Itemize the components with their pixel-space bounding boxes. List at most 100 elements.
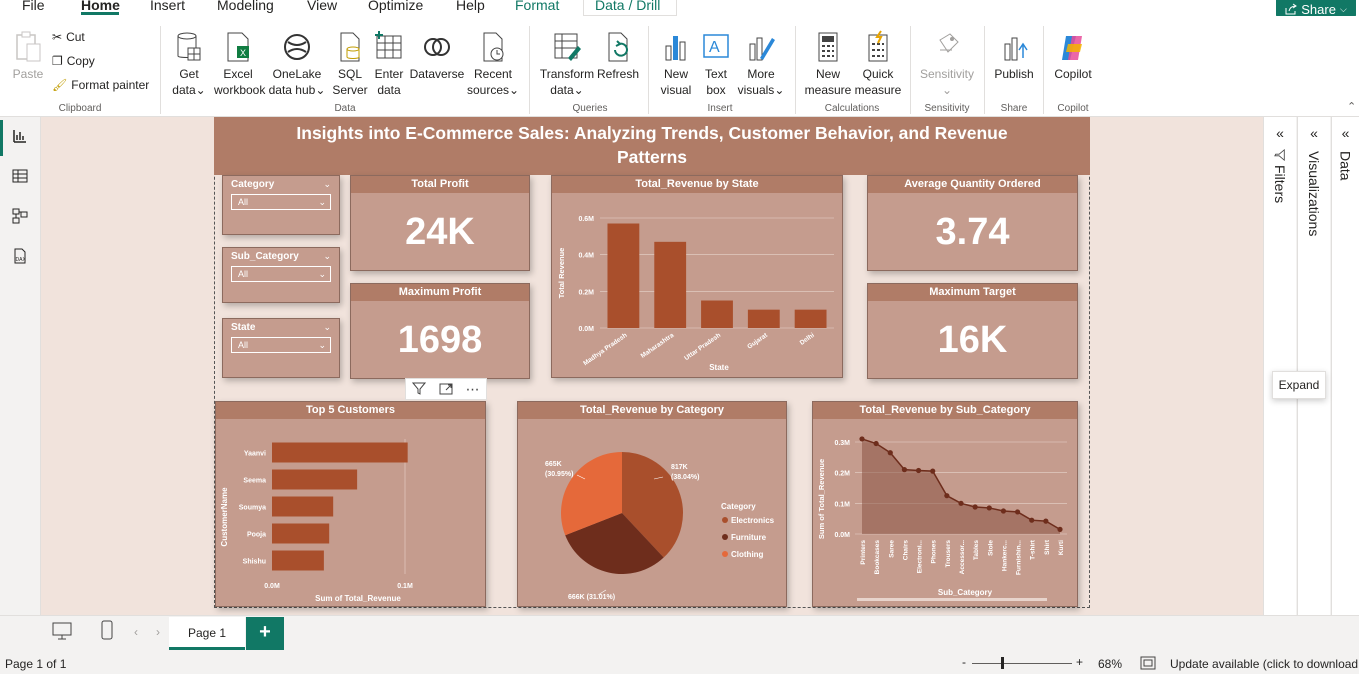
group-label-data: Data <box>334 103 356 114</box>
zoom-out-button[interactable]: - <box>962 655 966 669</box>
sql-server-button[interactable]: SQL Server <box>332 30 368 98</box>
card-maximum-target[interactable]: Maximum Target 16K <box>867 283 1078 379</box>
chart-revenue-by-state[interactable]: Total_Revenue by State 0.0M 0.2M 0.4M 0.6M M… <box>551 175 843 378</box>
y-axis-title: CustomerName <box>220 487 229 547</box>
y-tick-label: Shishu <box>243 559 266 566</box>
more-visuals-button[interactable]: More visuals⌄ <box>737 30 785 98</box>
divider <box>160 26 161 114</box>
dataverse-button[interactable]: Dataverse <box>409 30 465 82</box>
chart-revenue-by-sub-category[interactable]: Total_Revenue by Sub_Category 0.0M 0.1M 0.… <box>812 401 1078 607</box>
slicer-state[interactable]: State ⌄ All ⌄ <box>222 318 340 378</box>
excel-workbook-button[interactable]: X Excel workbook <box>214 30 265 98</box>
publish-button[interactable]: Publish <box>990 30 1038 82</box>
y-tick-label: Seema <box>243 478 266 485</box>
collapse-icon[interactable]: « <box>1298 125 1330 141</box>
data-label: (30.95%) <box>545 471 573 478</box>
mobile-layout-icon[interactable] <box>100 620 114 643</box>
report-title-line1: Insights into E-Commerce Sales: Analyzin… <box>296 123 1008 143</box>
model-view-icon[interactable] <box>12 208 28 227</box>
onelake-data-hub-button[interactable]: OneLake data hub⌄ <box>268 30 326 98</box>
onelake-icon <box>284 34 310 60</box>
slicer-dropdown[interactable]: All ⌄ <box>231 194 331 210</box>
data-pane-label: Data <box>1337 151 1354 181</box>
slicer-dropdown[interactable]: All ⌄ <box>231 337 331 353</box>
legend-label: Furniture <box>731 533 767 542</box>
chevron-down-icon[interactable]: ⌄ <box>323 179 331 190</box>
format-painter-button[interactable]: 🖌 Format painter <box>52 78 149 92</box>
menu-tab-help[interactable]: Help <box>456 0 485 13</box>
menu-tab-view[interactable]: View <box>307 0 337 13</box>
x-tick-label: Delhi <box>799 332 816 347</box>
card-total-profit[interactable]: Total Profit 24K <box>350 175 530 271</box>
onelake-label: OneLake data hub⌄ <box>268 67 326 97</box>
refresh-button[interactable]: Refresh <box>597 30 639 82</box>
update-available-link[interactable]: Update available (click to download <box>1170 657 1359 671</box>
y-tick-label: Yaanvi <box>244 451 266 458</box>
recent-sources-button[interactable]: Recent sources⌄ <box>467 30 519 98</box>
zoom-slider-thumb[interactable] <box>1001 657 1004 669</box>
sensitivity-icon <box>939 33 959 53</box>
menu-tab-insert[interactable]: Insert <box>150 0 185 13</box>
dax-query-view-icon[interactable]: DAX <box>12 248 28 267</box>
slicer-sub-category[interactable]: Sub_Category ⌄ All ⌄ <box>222 247 340 303</box>
desktop-layout-icon[interactable] <box>52 622 72 643</box>
zoom-in-button[interactable]: + <box>1076 655 1083 669</box>
collapse-icon[interactable]: « <box>1264 125 1296 141</box>
collapse-ribbon-icon[interactable]: ⌃ <box>1347 100 1356 113</box>
svg-text:A: A <box>709 39 720 56</box>
chevron-down-icon[interactable]: ⌄ <box>323 251 331 262</box>
customers-bar-chart: Yaanvi Seema Soumya Pooja Shishu 0.0M 0.1M Sum … <box>220 439 413 603</box>
zoom-slider[interactable] <box>972 663 1072 664</box>
x-tick-label: Phones <box>931 540 938 564</box>
table-view-icon[interactable] <box>12 168 28 187</box>
copilot-icon <box>1062 36 1082 60</box>
more-options-icon[interactable]: ⋯ <box>466 381 480 398</box>
card-average-quantity[interactable]: Average Quantity Ordered 3.74 <box>867 175 1078 271</box>
next-page-icon[interactable]: › <box>156 625 160 639</box>
copilot-button[interactable]: Copilot <box>1050 30 1096 82</box>
transform-data-button[interactable]: Transform data⌄ <box>538 30 596 98</box>
paste-button[interactable]: Paste <box>11 30 45 82</box>
menu-tab-file[interactable]: File <box>22 0 45 13</box>
data-pane[interactable]: « Data <box>1331 117 1359 615</box>
fit-to-page-icon[interactable] <box>1140 656 1156 673</box>
data-point <box>915 467 922 474</box>
enter-data-button[interactable]: Enter data <box>371 30 407 98</box>
quick-measure-button[interactable]: Quick measure <box>853 30 903 98</box>
get-data-button[interactable]: Get data⌄ <box>168 30 210 98</box>
more-visuals-icon <box>749 37 775 61</box>
prev-page-icon[interactable]: ‹ <box>134 625 138 639</box>
x-axis-title: State <box>709 363 729 372</box>
menu-tab-data-drill[interactable]: Data / Drill <box>595 0 660 13</box>
y-axis-title: Sum of Total_Revenue <box>817 459 826 539</box>
legend-marker <box>722 517 728 523</box>
menu-tab-optimize[interactable]: Optimize <box>368 0 423 13</box>
cut-button[interactable]: ✂ Cut <box>52 30 85 44</box>
filter-icon[interactable] <box>412 381 427 398</box>
chart-top-5-customers[interactable]: Top 5 Customers Yaanvi Seema Soumya Pooja Sh… <box>215 401 486 607</box>
page-tab[interactable]: Page 1 <box>169 617 245 650</box>
publish-label: Publish <box>994 67 1034 81</box>
menu-tab-format[interactable]: Format <box>515 0 559 13</box>
menu-tab-modeling[interactable]: Modeling <box>217 0 274 13</box>
copy-button[interactable]: ❐ Copy <box>52 54 95 68</box>
refresh-label: Refresh <box>597 67 640 81</box>
slicer-category[interactable]: Category ⌄ All ⌄ <box>222 175 340 235</box>
new-measure-button[interactable]: New measure <box>803 30 853 98</box>
collapse-icon[interactable]: « <box>1332 125 1359 141</box>
text-box-button[interactable]: A Text box <box>698 30 734 98</box>
sensitivity-button[interactable]: Sensitivity ⌄ <box>918 30 976 98</box>
filters-pane[interactable]: « Filters <box>1263 117 1296 615</box>
chevron-down-icon[interactable]: ⌄ <box>323 322 331 333</box>
group-label-clipboard: Clipboard <box>58 103 102 114</box>
new-visual-button[interactable]: New visual <box>656 30 696 98</box>
card-maximum-profit[interactable]: Maximum Profit 1698 <box>350 283 530 379</box>
enter-data-label: Enter data <box>374 67 404 97</box>
visualizations-pane[interactable]: « Visualizations <box>1297 117 1330 615</box>
report-view-icon[interactable] <box>12 128 28 147</box>
chart-revenue-by-category[interactable]: Total_Revenue by Category 817K (38.04%) 66… <box>517 401 787 607</box>
focus-mode-icon[interactable] <box>439 381 453 398</box>
add-page-button[interactable]: + <box>246 617 284 650</box>
y-tick-label: 0.4M <box>578 253 594 260</box>
slicer-dropdown[interactable]: All ⌄ <box>231 266 331 282</box>
